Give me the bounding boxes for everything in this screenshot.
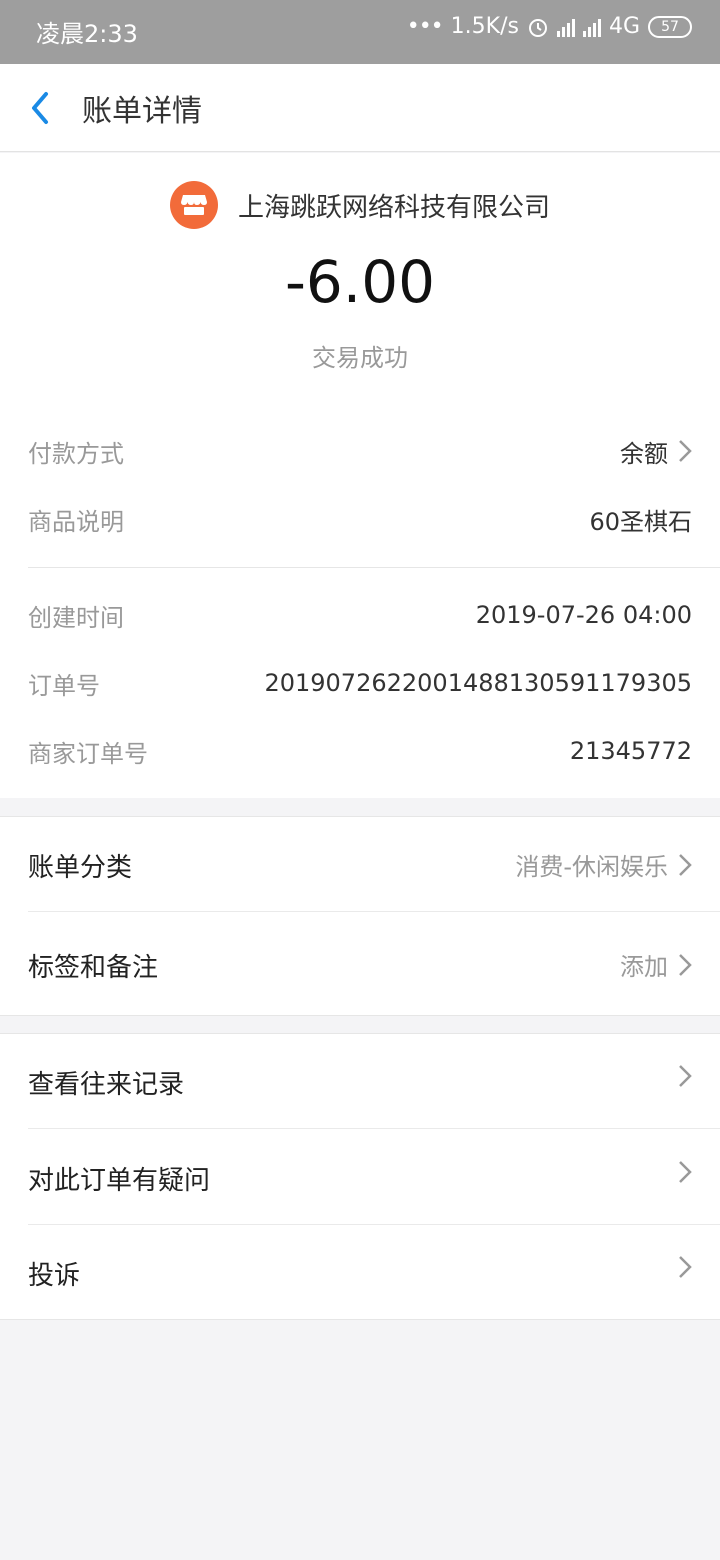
detail-label: 商品说明 [28,507,124,536]
detail-label: 订单号 [28,671,100,700]
divider [28,911,720,912]
chevron-right-icon [679,440,692,462]
status-indicators: ••• 1.5K/s 4G 57 [407,14,692,39]
payment-method-row[interactable]: 付款方式 余额 [28,431,692,471]
signal-icon [556,17,575,37]
row-label: 标签和备注 [28,953,159,983]
row-value [678,1160,692,1184]
bill-summary-card: 上海跳跃网络科技有限公司 -6.00 交易成功 付款方式 余额 商品说明 60圣… [0,153,720,798]
more-dots-icon: ••• [406,14,444,39]
chevron-right-icon [679,1256,692,1278]
transaction-status: 交易成功 [312,344,408,372]
order-number-row: 订单号 2019072622001488130591179305 [28,663,692,703]
row-label: 投诉 [28,1261,81,1291]
alarm-icon [528,18,547,37]
row-value: 添加 [620,947,692,982]
created-time-row: 创建时间 2019-07-26 04:00 [28,595,692,635]
actions-section: 查看往来记录 对此订单有疑问 投诉 [0,1033,720,1320]
detail-value: 余额 [620,434,692,469]
row-value [678,1255,692,1279]
tags-notes-row[interactable]: 标签和备注 添加 [0,917,720,1012]
store-icon [169,181,218,229]
add-tag-value: 添加 [620,953,668,981]
bill-settings-section: 账单分类 消费-休闲娱乐 标签和备注 添加 [0,816,720,1016]
detail-label: 付款方式 [28,439,124,468]
merchant-name: 上海跳跃网络科技有限公司 [237,192,550,223]
chevron-left-icon [32,92,48,124]
status-bar: 凌晨2:33 ••• 1.5K/s 4G 57 [0,0,720,64]
row-label: 账单分类 [28,853,133,883]
detail-label: 创建时间 [28,603,124,632]
detail-value: 2019-07-26 04:00 [475,601,692,629]
row-value: 消费-休闲娱乐 [515,847,692,882]
transaction-amount: -6.00 [284,248,436,316]
bill-category-value: 消费-休闲娱乐 [515,853,668,881]
order-question-row[interactable]: 对此订单有疑问 [0,1130,720,1225]
detail-label: 商家订单号 [28,739,148,768]
chevron-right-icon [679,1065,692,1087]
row-label: 查看往来记录 [28,1070,185,1100]
network-speed: 1.5K/s [450,14,519,39]
row-value [678,1064,692,1088]
detail-value: 2019072622001488130591179305 [264,669,692,697]
detail-value: 21345772 [569,737,692,765]
chevron-right-icon [679,853,692,876]
battery-icon: 57 [648,15,692,38]
hd-signal-icon [582,17,601,37]
complaint-row[interactable]: 投诉 [0,1225,720,1320]
back-button[interactable] [22,84,62,132]
merchant-order-number-row: 商家订单号 21345772 [28,731,692,771]
view-records-row[interactable]: 查看往来记录 [0,1034,720,1129]
divider [28,1128,720,1129]
chevron-right-icon [679,1161,692,1183]
chevron-right-icon [679,953,692,976]
row-label: 对此订单有疑问 [28,1166,211,1196]
page-title: 账单详情 [82,94,202,129]
status-time: 凌晨2:33 [36,20,138,48]
product-description-row: 商品说明 60圣棋石 [28,499,692,539]
payment-method-value: 余额 [620,439,668,468]
merchant-info: 上海跳跃网络科技有限公司 [0,181,720,229]
divider [28,567,720,568]
detail-value: 60圣棋石 [589,507,692,536]
network-type: 4G [608,14,640,39]
bill-category-row[interactable]: 账单分类 消费-休闲娱乐 [0,817,720,912]
app-header: 账单详情 [0,64,720,152]
